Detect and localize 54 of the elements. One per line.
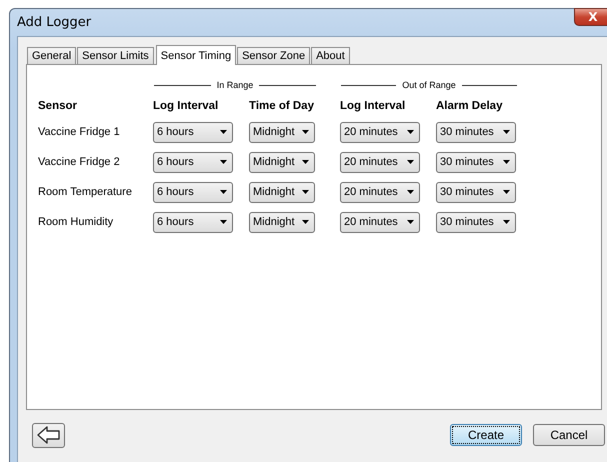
- caret-icon: [503, 130, 510, 134]
- dropdown[interactable]: 30 minutes: [436, 122, 516, 142]
- window-title: Add Logger: [17, 15, 92, 30]
- sensor-name: Vaccine Fridge 2: [38, 156, 121, 168]
- caret-icon: [503, 160, 510, 164]
- caret-icon: [407, 220, 414, 224]
- dialog-button[interactable]: Cancel: [533, 424, 605, 446]
- dropdown[interactable]: 30 minutes: [436, 212, 516, 232]
- dropdown[interactable]: 6 hours: [153, 212, 233, 232]
- caret-icon: [220, 130, 227, 134]
- column-header: Log Interval: [340, 100, 406, 112]
- dropdown[interactable]: 20 minutes: [340, 152, 420, 172]
- group-heading: In Range: [216, 80, 254, 90]
- tab[interactable]: Sensor Timing: [156, 45, 236, 65]
- dropdown[interactable]: 20 minutes: [340, 212, 420, 232]
- column-header: Time of Day: [249, 100, 315, 112]
- caret-icon: [220, 220, 227, 224]
- dropdown[interactable]: Midnight: [249, 212, 315, 232]
- left-arrow-icon: [36, 426, 60, 444]
- close-button[interactable]: X: [574, 8, 607, 26]
- sensor-name: Vaccine Fridge 1: [38, 126, 121, 138]
- caret-icon: [302, 220, 309, 224]
- caret-icon: [407, 160, 414, 164]
- dropdown[interactable]: Midnight: [249, 122, 315, 142]
- caret-icon: [220, 160, 227, 164]
- dropdown[interactable]: 20 minutes: [340, 182, 420, 202]
- sensor-name: Room Humidity: [38, 216, 114, 228]
- caret-icon: [407, 190, 414, 194]
- group-heading: Out of Range: [402, 80, 456, 90]
- column-header: Sensor: [38, 100, 78, 112]
- caret-icon: [302, 190, 309, 194]
- sensor-name: Room Temperature: [38, 186, 133, 198]
- dialog-button[interactable]: Create: [450, 424, 522, 446]
- caret-icon: [407, 130, 414, 134]
- dropdown[interactable]: Midnight: [249, 152, 315, 172]
- column-header: Log Interval: [153, 100, 220, 112]
- caret-icon: [220, 190, 227, 194]
- dropdown[interactable]: 30 minutes: [436, 182, 516, 202]
- dropdown[interactable]: 6 hours: [153, 152, 233, 172]
- tab[interactable]: About: [311, 47, 350, 64]
- caret-icon: [302, 130, 309, 134]
- dropdown[interactable]: 6 hours: [153, 122, 233, 142]
- dropdown[interactable]: 30 minutes: [436, 152, 516, 172]
- column-header: Alarm Delay: [436, 100, 504, 112]
- tab[interactable]: General: [27, 47, 76, 64]
- dropdown[interactable]: 20 minutes: [340, 122, 420, 142]
- caret-icon: [503, 220, 510, 224]
- dropdown[interactable]: Midnight: [249, 182, 315, 202]
- tab[interactable]: Sensor Limits: [77, 47, 154, 64]
- back-button[interactable]: [32, 422, 65, 448]
- caret-icon: [503, 190, 510, 194]
- tab[interactable]: Sensor Zone: [237, 47, 310, 64]
- caret-icon: [302, 160, 309, 164]
- dropdown[interactable]: 6 hours: [153, 182, 233, 202]
